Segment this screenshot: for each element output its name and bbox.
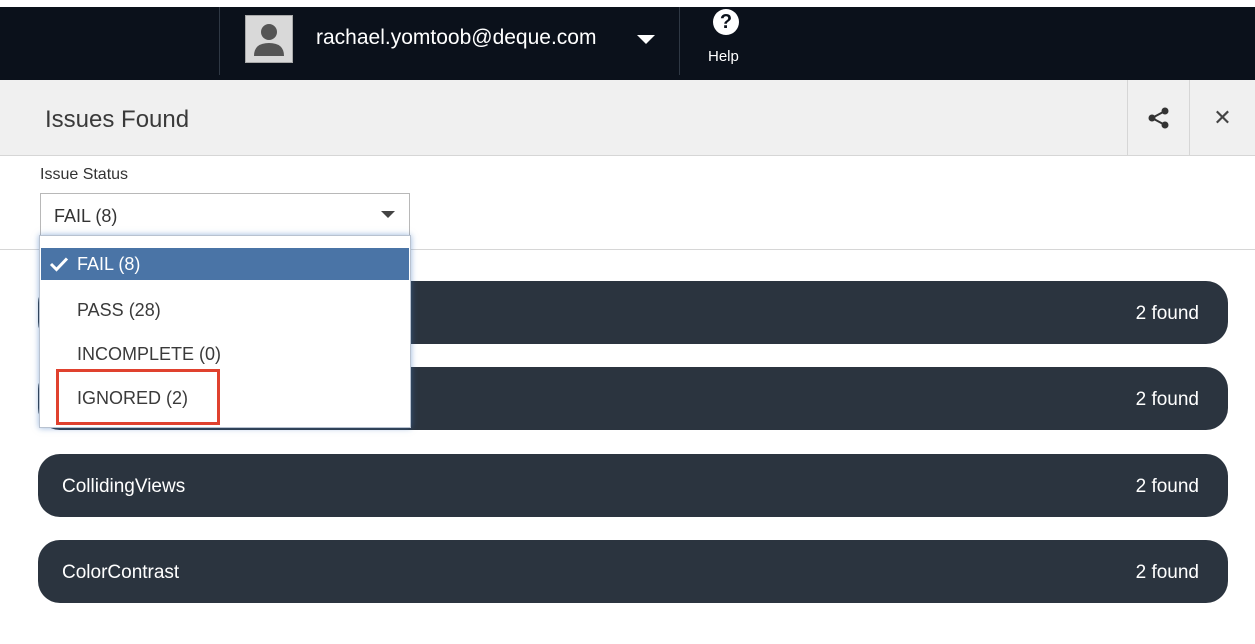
option-pass[interactable]: PASS (28)	[41, 288, 409, 332]
top-strip	[0, 0, 1255, 7]
issue-name: ColorContrast	[62, 562, 180, 583]
option-label: FAIL (8)	[77, 254, 141, 274]
issue-group[interactable]: ColorContrast 2 found	[38, 540, 1228, 603]
help-label[interactable]: Help	[708, 48, 739, 65]
nav-divider	[219, 7, 220, 75]
close-button[interactable]: ✕	[1189, 80, 1255, 155]
ignored-highlight-box	[56, 369, 220, 425]
user-avatar-icon[interactable]	[245, 15, 293, 63]
user-email[interactable]: rachael.yomtoob@deque.com	[316, 26, 596, 50]
nav-divider	[679, 7, 680, 75]
chevron-down-icon	[381, 211, 395, 218]
close-icon: ✕	[1213, 104, 1232, 130]
issue-name: CollidingViews	[62, 476, 186, 497]
issue-group[interactable]: CollidingViews 2 found	[38, 454, 1228, 517]
checkmark-icon	[49, 257, 69, 272]
option-label: INCOMPLETE (0)	[77, 344, 222, 364]
issue-count: 2 found	[1135, 476, 1199, 497]
top-nav-bar: rachael.yomtoob@deque.com ? Help	[0, 0, 1255, 80]
share-button[interactable]	[1127, 80, 1189, 155]
page-title: Issues Found	[45, 106, 190, 133]
chevron-down-icon[interactable]	[637, 35, 655, 44]
option-fail[interactable]: FAIL (8)	[41, 248, 409, 280]
help-circle-icon[interactable]: ?	[713, 9, 739, 35]
issues-header: Issues Found ✕	[0, 80, 1255, 156]
share-icon	[1148, 107, 1168, 128]
issue-status-select[interactable]: FAIL (8)	[40, 193, 410, 235]
select-value: FAIL (8)	[54, 206, 118, 226]
option-label: PASS (28)	[77, 300, 161, 320]
issue-count: 2 found	[1135, 389, 1199, 410]
issue-count: 2 found	[1135, 303, 1199, 324]
issue-count: 2 found	[1135, 562, 1199, 583]
issue-status-label: Issue Status	[40, 166, 129, 183]
